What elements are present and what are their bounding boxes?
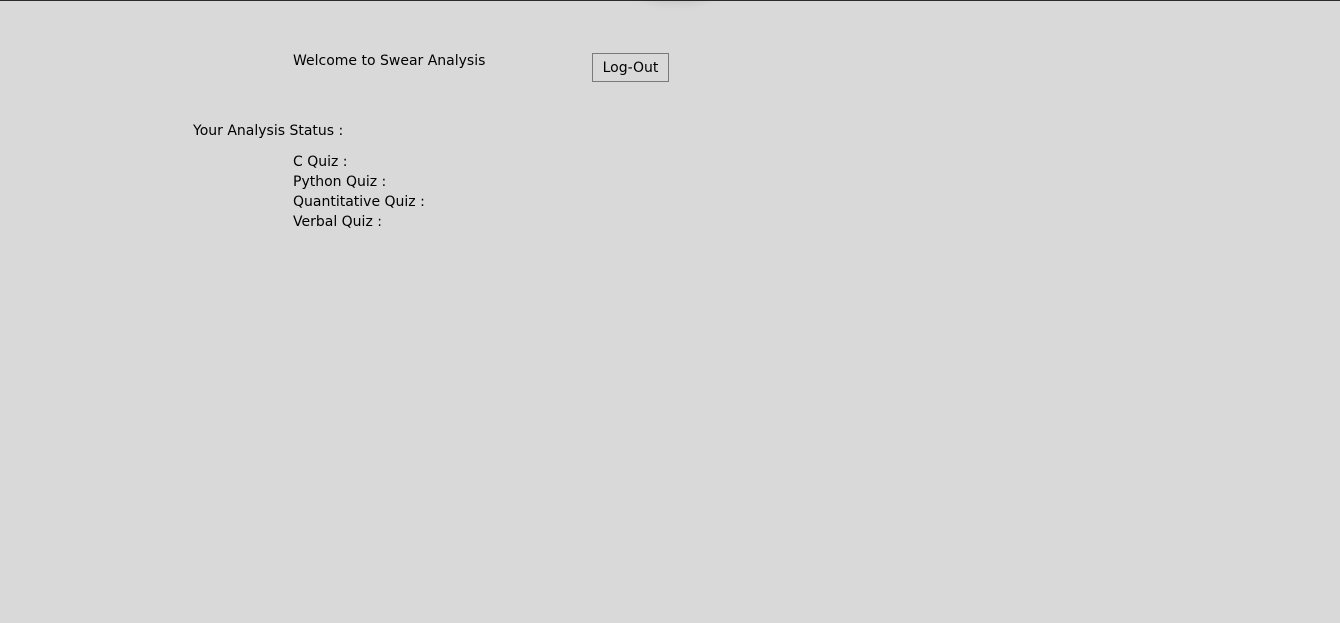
quiz-status-python: Python Quiz : <box>293 174 387 190</box>
quiz-status-list: C Quiz : Python Quiz : Quantitative Quiz… <box>293 153 425 233</box>
logout-button[interactable]: Log-Out <box>592 53 669 82</box>
welcome-label: Welcome to Swear Analysis <box>293 53 486 69</box>
window-top-shadow <box>640 0 712 3</box>
quiz-status-verbal: Verbal Quiz : <box>293 214 382 230</box>
app-window: Welcome to Swear Analysis Log-Out Your A… <box>0 0 1340 623</box>
quiz-status-c: C Quiz : <box>293 154 348 170</box>
analysis-status-heading: Your Analysis Status : <box>193 123 344 139</box>
quiz-status-quantitative: Quantitative Quiz : <box>293 194 425 210</box>
